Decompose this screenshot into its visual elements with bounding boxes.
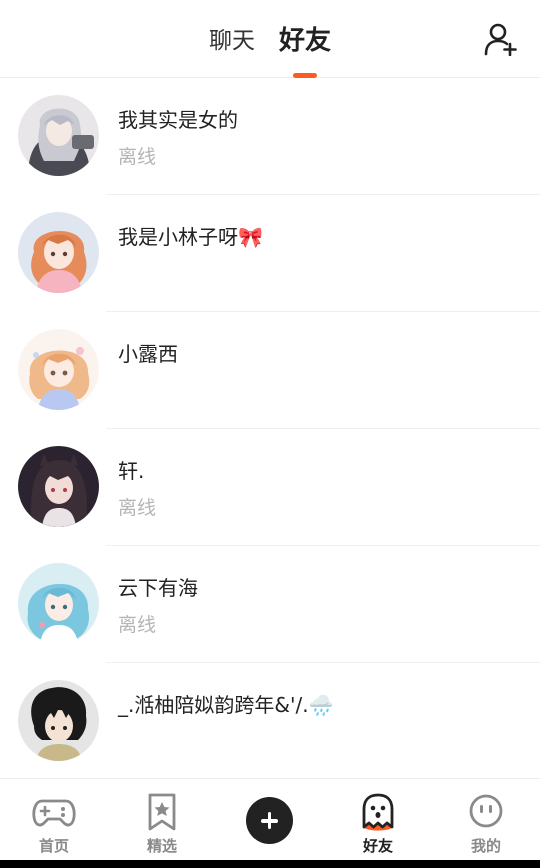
friend-list: 我其实是女的 离线 我是小林子呀🎀 小露西 轩. 离线 云下有海 离线 _.湉柚… [0, 78, 540, 780]
friend-name: 轩. [118, 459, 145, 483]
tab-chat-label: 聊天 [208, 28, 255, 54]
friend-status: 离线 [118, 497, 157, 519]
tab-friends[interactable]: 好友 [278, 24, 331, 78]
nav-me-label: 我的 [470, 837, 501, 855]
tab-chat[interactable]: 聊天 [209, 24, 255, 58]
friend-name: 小露西 [118, 342, 178, 366]
nav-featured[interactable]: 精选 [108, 779, 216, 861]
friend-row[interactable]: _.湉柚陪姒韵跨年&'/.🌧️ [0, 663, 540, 780]
friend-row[interactable]: 轩. 离线 [0, 429, 540, 546]
nav-me[interactable]: 我的 [432, 779, 540, 861]
friend-name: 我是小林子呀🎀 [118, 225, 263, 249]
avatar [18, 563, 99, 644]
friend-row[interactable]: 小露西 [0, 312, 540, 429]
avatar [18, 329, 99, 410]
friend-status: 离线 [118, 146, 157, 168]
friend-name: 云下有海 [118, 576, 198, 600]
friend-row[interactable]: 云下有海 离线 [0, 546, 540, 663]
system-navigation-bar [0, 860, 540, 868]
top-bar: 聊天 好友 [0, 0, 540, 78]
avatar [18, 680, 99, 761]
friend-status: 离线 [118, 614, 157, 636]
avatar [18, 446, 99, 527]
friend-row[interactable]: 我是小林子呀🎀 [0, 195, 540, 312]
avatar [18, 212, 99, 293]
avatar [18, 95, 99, 176]
nav-friends-label: 好友 [362, 837, 393, 855]
nav-home-label: 首页 [38, 837, 69, 855]
nav-featured-label: 精选 [146, 837, 177, 855]
nav-home[interactable]: 首页 [0, 779, 108, 861]
tab-friends-label: 好友 [278, 26, 331, 56]
add-user-icon [484, 23, 517, 57]
friend-name: 我其实是女的 [118, 108, 238, 132]
create-button[interactable] [246, 797, 293, 844]
friend-row[interactable]: 我其实是女的 离线 [0, 78, 540, 195]
tab-group: 聊天 好友 [0, 24, 540, 78]
nav-friends[interactable]: 好友 [324, 779, 432, 861]
friend-name: _.湉柚陪姒韵跨年&'/.🌧️ [118, 693, 334, 717]
gamepad-icon [32, 799, 76, 827]
add-friend-button[interactable] [484, 22, 518, 57]
bottom-nav: 首页 精选 好友 我的 [0, 778, 540, 860]
ghost-icon [362, 793, 394, 831]
star-bookmark-icon [148, 793, 176, 831]
face-icon [469, 794, 503, 828]
